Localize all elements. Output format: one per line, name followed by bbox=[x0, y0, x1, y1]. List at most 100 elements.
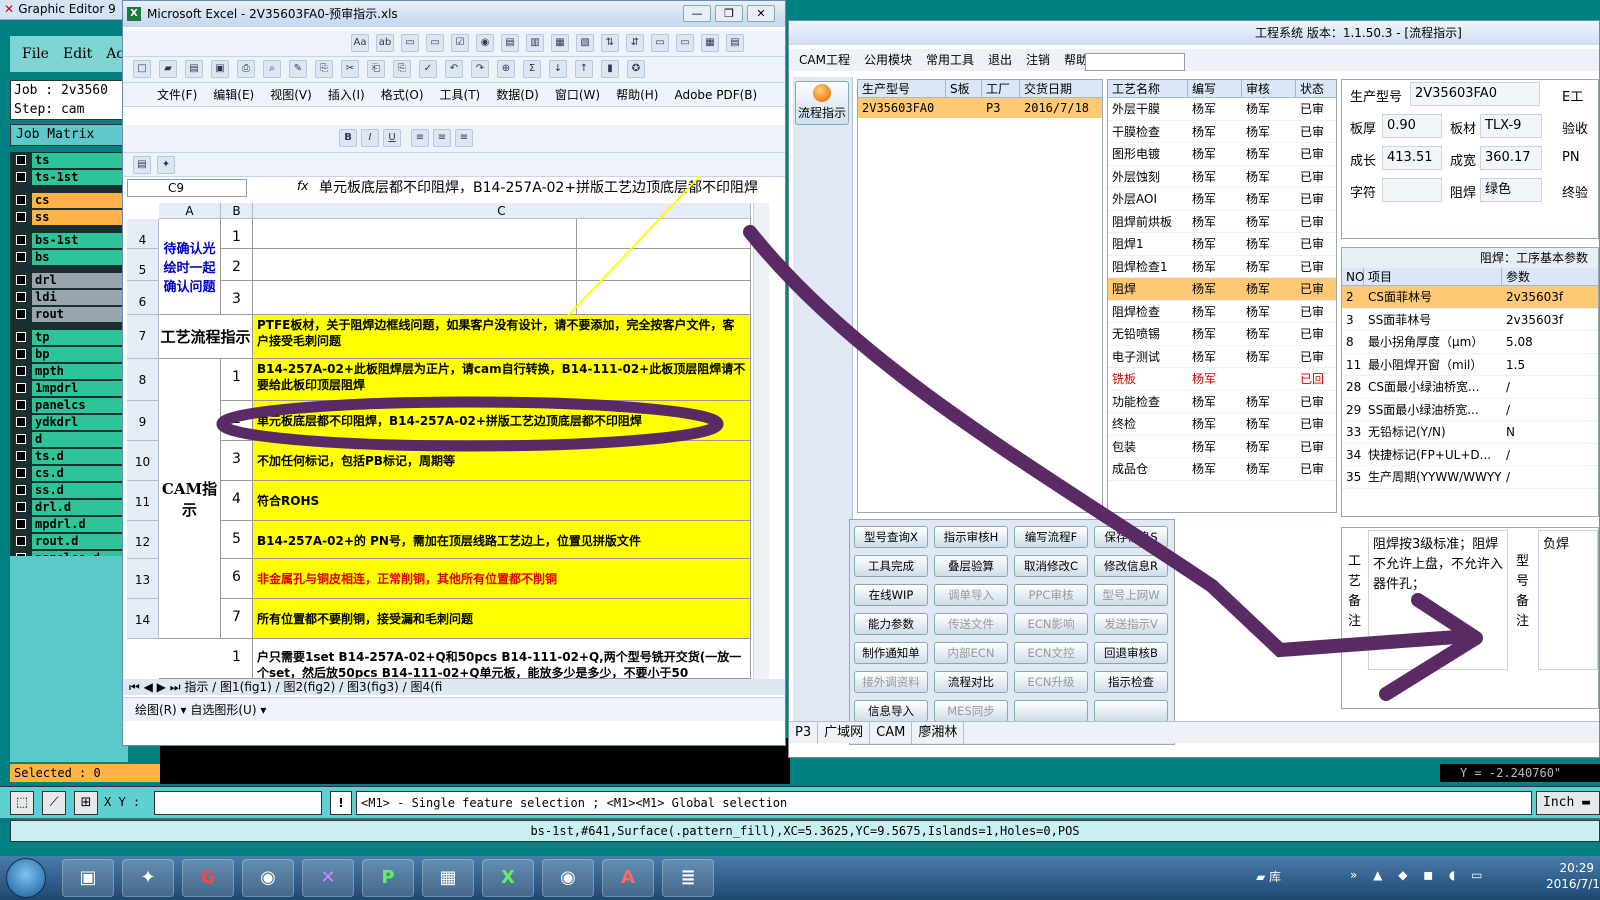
underline-icon[interactable]: U bbox=[383, 129, 401, 147]
process-notes-field[interactable]: 阻焊按3级标准；阻焊不允许上盘，不允许入器件孔； bbox=[1368, 530, 1508, 670]
excel-menu-item[interactable]: 编辑(E) bbox=[213, 83, 254, 106]
process-row[interactable]: 外层AOI 杨军 杨军 已审 bbox=[1108, 188, 1336, 211]
confirm-num-cell[interactable]: 2 bbox=[221, 249, 253, 281]
column-header[interactable]: C bbox=[253, 203, 751, 219]
process-row[interactable]: 外层蚀刻 杨军 杨军 已审 bbox=[1108, 166, 1336, 188]
action-button[interactable]: 流程对比 bbox=[934, 671, 1008, 693]
row-header[interactable]: 9 bbox=[127, 401, 159, 441]
cam-num-cell[interactable]: 5 bbox=[221, 521, 253, 559]
cam-text-cell[interactable]: 不加任何标记，包括PB标记，周期等 bbox=[253, 441, 751, 481]
layer-row[interactable]: tp bbox=[10, 329, 128, 345]
toolbar-icon[interactable]: ✦ bbox=[157, 156, 175, 174]
process-row[interactable]: 无铅喷锡 杨军 杨军 已审 bbox=[1108, 323, 1336, 346]
process-row[interactable]: 阻焊前烘板 杨军 杨军 已审 bbox=[1108, 211, 1336, 233]
toolbar-icon[interactable]: ▧ bbox=[576, 34, 594, 52]
last-num-cell[interactable]: 1 bbox=[221, 639, 253, 679]
layer-row[interactable]: ts.d bbox=[10, 448, 128, 464]
toolbar-icon[interactable]: ✓ bbox=[419, 60, 437, 78]
sheet-tabs[interactable]: ⏮ ◀ ▶ ⏭ 指示 / 图1(fig1) / 图2(fig2) / 图3(fi… bbox=[123, 679, 785, 695]
toolbar-icon[interactable]: ▰ bbox=[159, 60, 177, 78]
cam-text-cell[interactable]: 所有位置都不要削铜，接受漏和毛刺问题 bbox=[253, 599, 751, 639]
sheet-tab-list[interactable]: 指示 / 图1(fig1) / 图2(fig2) / 图3(fig3) / 图4… bbox=[184, 680, 442, 694]
layer-row[interactable]: ldi bbox=[10, 289, 128, 305]
grid-tool-icon[interactable]: ⊞ bbox=[74, 791, 98, 815]
action-button[interactable]: 信息导入 bbox=[854, 700, 928, 722]
genesis-menu-edit[interactable]: Edit bbox=[63, 46, 92, 62]
layer-checkbox[interactable] bbox=[16, 212, 26, 222]
job-matrix-button[interactable]: Job Matrix bbox=[10, 124, 128, 146]
toolbar-icon[interactable]: □ bbox=[133, 60, 151, 78]
row-header[interactable]: 6 bbox=[127, 281, 159, 315]
toolbar-icon[interactable]: ▦ bbox=[701, 34, 719, 52]
excel-vertical-scrollbar[interactable] bbox=[753, 203, 769, 679]
layer-row[interactable]: d bbox=[10, 431, 128, 447]
row-header[interactable]: 5 bbox=[127, 249, 159, 281]
process-row[interactable]: 阻焊检查1 杨军 杨军 已审 bbox=[1108, 256, 1336, 278]
param-row[interactable]: 33 无铅标记(Y/N) N bbox=[1342, 421, 1598, 444]
cam-num-cell[interactable]: 6 bbox=[221, 559, 253, 599]
toolbar-icon[interactable]: ▣ bbox=[211, 60, 229, 78]
toolbar-icon[interactable]: ▭ bbox=[676, 34, 694, 52]
process-row[interactable]: 终检 杨军 杨军 已审 bbox=[1108, 413, 1336, 436]
param-row[interactable]: 2 CS面菲林号 2v35603f bbox=[1342, 286, 1598, 309]
excel-menu-item[interactable]: Adobe PDF(B) bbox=[674, 83, 757, 106]
toolbar-icon[interactable]: ☑ bbox=[451, 34, 469, 52]
excel-menu-item[interactable]: 视图(V) bbox=[270, 83, 312, 106]
layer-checkbox[interactable] bbox=[16, 485, 26, 495]
process-row[interactable]: 成品仓 杨军 杨军 已审 bbox=[1108, 458, 1336, 481]
toolbar-icon[interactable]: ↓ bbox=[549, 60, 567, 78]
param-row[interactable]: 3 SS面菲林号 2v35603f bbox=[1342, 309, 1598, 331]
excel-minimize-icon[interactable]: — bbox=[683, 5, 711, 22]
model-notes-field[interactable]: 负焊 bbox=[1538, 530, 1598, 670]
confirm-extra-cell[interactable] bbox=[577, 219, 751, 249]
layer-row[interactable]: 1mpdrl bbox=[10, 380, 128, 396]
toolbar-icon[interactable]: ▥ bbox=[526, 34, 544, 52]
process-row[interactable]: 阻焊检查 杨军 杨军 已审 bbox=[1108, 301, 1336, 323]
taskbar-calculator-icon[interactable]: ▦ bbox=[422, 859, 474, 897]
action-button[interactable]: 指示审核H bbox=[934, 526, 1008, 548]
taskbar-star-icon[interactable]: ✦ bbox=[122, 859, 174, 897]
action-button[interactable]: 指示检查 bbox=[1094, 671, 1168, 693]
toolbar-icon[interactable]: ⎘ bbox=[315, 60, 333, 78]
process-row[interactable]: 铣板 杨军 已回 bbox=[1108, 368, 1336, 391]
es-menu-item[interactable]: CAM工程 bbox=[799, 49, 850, 71]
mask-color-field[interactable]: 绿色 bbox=[1480, 178, 1542, 202]
toolbar-icon[interactable]: ▤ bbox=[501, 34, 519, 52]
toolbar-icon[interactable]: Aa bbox=[351, 34, 369, 52]
toolbar-icon[interactable]: ▭ bbox=[426, 34, 444, 52]
excel-menu-item[interactable]: 文件(F) bbox=[157, 83, 197, 106]
layer-row[interactable]: panelcs bbox=[10, 397, 128, 413]
bold-icon[interactable]: B bbox=[339, 129, 357, 147]
layer-row[interactable]: drl bbox=[10, 272, 128, 288]
taskbar-p-icon[interactable]: P bbox=[362, 859, 414, 897]
layer-row[interactable]: ss.d bbox=[10, 482, 128, 498]
cam-num-cell[interactable]: 1 bbox=[221, 359, 253, 401]
layer-row[interactable]: ts bbox=[10, 152, 128, 168]
toolbar-icon[interactable]: ↑ bbox=[575, 60, 593, 78]
confirm-num-cell[interactable]: 3 bbox=[221, 281, 253, 315]
toolbar-icon[interactable]: ◉ bbox=[476, 34, 494, 52]
material-field[interactable]: TLX-9 bbox=[1480, 114, 1542, 138]
layer-checkbox[interactable] bbox=[16, 235, 26, 245]
layer-checkbox[interactable] bbox=[16, 332, 26, 342]
action-button[interactable]: 型号查询X bbox=[854, 526, 928, 548]
cam-num-cell[interactable]: 4 bbox=[221, 481, 253, 521]
toolbar-icon[interactable]: ✎ bbox=[289, 60, 307, 78]
row-header[interactable]: 8 bbox=[127, 359, 159, 401]
toolbar-icon[interactable]: ✂ bbox=[341, 60, 359, 78]
layer-row[interactable]: drl.d bbox=[10, 499, 128, 515]
row-header[interactable]: 14 bbox=[127, 599, 159, 639]
tray-library[interactable]: ▰ 库 bbox=[1256, 868, 1281, 885]
align-left-icon[interactable]: ≡ bbox=[411, 129, 429, 147]
layer-checkbox[interactable] bbox=[16, 195, 26, 205]
toolbar-icon[interactable]: ▤ bbox=[133, 156, 151, 174]
layer-row[interactable]: ydkdrl bbox=[10, 414, 128, 430]
layer-checkbox[interactable] bbox=[16, 502, 26, 512]
row-header[interactable]: 11 bbox=[127, 481, 159, 521]
row-header[interactable]: 4 bbox=[127, 219, 159, 249]
confirm-extra-cell[interactable] bbox=[577, 249, 751, 281]
layer-row[interactable]: bp bbox=[10, 346, 128, 362]
process-row[interactable]: 图形电镀 杨军 杨军 已审 bbox=[1108, 143, 1336, 166]
toolbar-icon[interactable]: ab bbox=[376, 34, 394, 52]
width-field[interactable]: 360.17 bbox=[1480, 146, 1542, 170]
